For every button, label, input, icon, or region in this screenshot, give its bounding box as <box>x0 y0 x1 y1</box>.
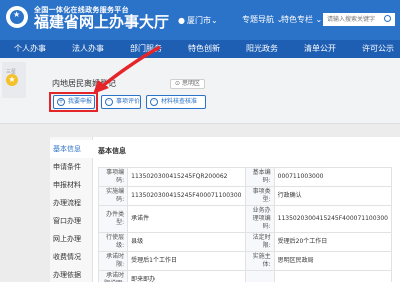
special-column-link[interactable]: 特色专栏 ⌄ <box>281 14 322 25</box>
field-value: 受理后1个工作日 <box>127 251 246 271</box>
field-value: 即来即办 <box>127 270 246 282</box>
field-label: 承诺时限: <box>97 251 129 271</box>
topic-nav-link[interactable]: 专题导航 ⌄ <box>242 14 283 25</box>
field-value: 1135020300415245F400071100300 <box>127 186 246 206</box>
location-tag: ⊙ 思明区 <box>170 79 205 89</box>
sidebar-item-fees[interactable]: 收费情况 <box>50 248 93 266</box>
field-value: 承诺件 <box>127 205 246 233</box>
field-value: 县级 <box>127 232 246 252</box>
search-icon[interactable] <box>384 15 391 22</box>
field-label: 办件类型: <box>97 205 129 233</box>
red-arrow-annotation <box>93 45 161 94</box>
sidebar-item-conditions[interactable]: 申请条件 <box>50 158 93 176</box>
chevron-down-icon: ⌄ <box>315 15 323 24</box>
field-label: 实施主体: <box>244 251 275 271</box>
field-value: 1135020300415245FQR200062 <box>127 167 246 187</box>
table-row: 行使层级: 县级 法定时限: 受理后20个工作日 <box>97 232 393 252</box>
field-label: 行使层级: <box>97 232 129 252</box>
sidebar-item-process[interactable]: 办理流程 <box>50 194 93 212</box>
field-label: 承诺时限说明: <box>97 270 129 282</box>
field-label: 实施编码: <box>97 186 129 206</box>
nav-open-affairs[interactable]: 阳光政务 <box>237 40 287 58</box>
field-value: 行政确认 <box>273 186 393 206</box>
field-value: 受理后20个工作日 <box>273 232 393 252</box>
city-selector[interactable]: ● 厦门市⌄ <box>178 15 218 26</box>
field-label: 基本编码: <box>244 167 275 187</box>
table-row: 事项编码: 1135020300415245FQR200062 基本编码: 00… <box>97 167 393 187</box>
sidebar-item-window[interactable]: 窗口办理 <box>50 212 93 230</box>
comment-icon: · <box>105 98 113 106</box>
field-value: 1135020300415245F400071100300 <box>273 205 393 233</box>
sidebar-item-materials[interactable]: 申报材料 <box>50 176 93 194</box>
main-nav: 个人办事 法人办事 部门服务 特色创新 阳光政务 清单公开 许可公示 <box>0 40 400 58</box>
location-pin-icon: ● <box>178 16 185 25</box>
table-row: 承诺时限说明: 即来即办 <box>97 270 393 282</box>
site-title[interactable]: 福建省网上办事大厅 <box>34 14 169 30</box>
section-title: 基本信息 <box>98 147 126 155</box>
table-row: 承诺时限: 受理后1个工作日 实施主体: 思明区民政局 <box>97 251 393 271</box>
field-label: 事项编码: <box>97 167 129 187</box>
national-emblem-logo: ★ <box>6 6 28 28</box>
table-row: 实施编码: 1135020300415245F400071100300 事项类型… <box>97 186 393 206</box>
material-check-button[interactable]: · 材料核查核准 <box>146 95 206 109</box>
field-value <box>273 270 393 282</box>
service-card <box>0 58 400 124</box>
basic-info-table: 事项编码: 1135020300415245FQR200062 基本编码: 00… <box>97 167 393 282</box>
nav-list-disclosure[interactable]: 清单公开 <box>295 40 345 58</box>
detail-sidebar: 基本信息 申请条件 申报材料 办理流程 窗口办理 网上办理 收费情况 办理依据 <box>50 137 93 282</box>
field-label: 业务办理项编码: <box>244 205 275 233</box>
sidebar-item-online[interactable]: 网上办理 <box>50 230 93 248</box>
chevron-down-icon: ⌄ <box>210 16 218 25</box>
nav-personal[interactable]: 个人办事 <box>5 40 55 58</box>
evaluate-button[interactable]: · 事项评价 <box>101 95 141 109</box>
sidebar-item-basis[interactable]: 办理依据 <box>50 266 93 282</box>
location-pin-icon: ⊙ <box>175 80 181 87</box>
field-label <box>244 270 275 282</box>
star-medal-icon: ★ <box>6 74 18 86</box>
site-header: ★ 全国一体化在线政务服务平台 福建省网上办事大厅 ● 厦门市⌄ 专题导航 ⌄ 特… <box>0 0 400 40</box>
field-value: 思明区民政局 <box>273 251 393 271</box>
nav-license-notice[interactable]: 许可公示 <box>353 40 400 58</box>
field-label: 法定时限: <box>244 232 275 252</box>
document-icon: · <box>150 98 158 106</box>
field-value: 000711003000 <box>273 167 393 187</box>
city-label: 厦门市 <box>186 16 211 25</box>
table-row: 办件类型: 承诺件 业务办理项编码: 1135020300415245F4000… <box>97 205 393 233</box>
sidebar-item-basic-info[interactable]: 基本信息 <box>50 140 93 158</box>
nav-innovation[interactable]: 特色创新 <box>179 40 229 58</box>
field-label: 事项类型: <box>244 186 275 206</box>
